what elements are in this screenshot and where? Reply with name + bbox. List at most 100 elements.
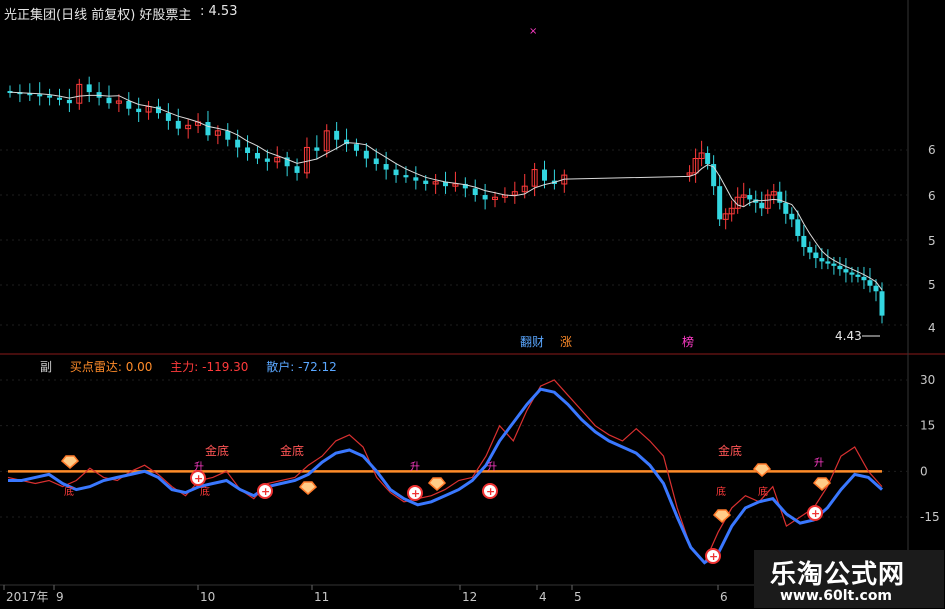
candle-body [807,247,813,253]
candle-body [867,280,873,286]
candle-body [363,150,369,159]
candle-body [106,97,112,104]
candle-body [264,158,270,162]
candle-body [783,202,789,214]
main-annotation: 翻财 [520,335,544,349]
candle-body [86,84,92,93]
candle-body [482,195,488,200]
indicator-annotation: 底 [716,485,726,498]
diamond-icon [298,481,318,495]
candle-body [225,130,231,140]
candle-body [314,147,320,151]
candle-body [873,285,879,292]
watermark-title: 乐淘公式网 [770,560,906,590]
candle-body [705,152,711,165]
candle-body [801,235,807,248]
date-label: 2017年 [6,590,49,604]
date-label: 12 [462,590,477,604]
indicator-annotation: 升 [410,461,420,473]
candle-body [843,269,849,273]
candle-body [717,186,723,220]
sub-y-tick: 30 [920,373,935,387]
date-label: 4 [539,590,547,604]
main-y-tick: 5 [928,234,936,248]
candle-body [795,219,801,236]
main-annotation: 榜 [682,334,694,349]
main-annotation: 涨 [560,334,572,349]
date-axis: 2017年 9 10 11 12 4 5 6 [3,585,728,604]
sub-y-tick: -15 [920,510,940,524]
candlestick-series: 4.43 × [7,26,885,343]
candle-body [165,113,171,121]
date-label: 9 [56,590,64,604]
indicator-annotation: 升 [487,461,497,473]
main-force-label: 主力: -119.30 [170,360,249,374]
candle-body [175,120,181,129]
candle-body [747,195,753,200]
candle-body [205,122,211,136]
buy-plus-icon: + [811,507,820,520]
main-y-tick: 6 [928,189,936,203]
candle-body [825,261,831,264]
indicator-annotation: 金底 [718,443,742,458]
candle-body [96,92,102,98]
sub-y-tick: 15 [920,419,935,433]
candle-body [831,263,837,266]
indicator-annotation: 升 [814,457,824,469]
main-y-tick: 5 [928,278,936,292]
candle-body [136,108,142,113]
main-y-axis: 6 6 5 5 4 [928,143,936,335]
candle-body [294,166,300,173]
watermark-url: www.60lt.com [780,588,893,604]
candle-body [235,139,241,148]
buy-plus-icon: + [486,485,495,498]
candle-body [413,177,419,181]
candle-body [542,169,548,181]
sub-y-axis: 30 15 0 -15 [0,373,940,524]
buy-plus-icon: + [261,485,270,498]
candle-body [353,144,359,151]
date-label: 6 [720,590,728,604]
candle-body [759,202,765,209]
indicator-annotation: 底 [200,485,210,498]
candle-body [837,265,843,270]
date-label: 10 [200,590,215,604]
candle-body [403,175,409,178]
indicator-annotation: 底 [758,485,768,498]
retail-line [8,387,883,565]
main-annotations: 翻财 涨 榜 [520,334,694,349]
candle-body [879,291,885,316]
indicator-annotation: 金底 [205,443,229,458]
diamond-icon [712,509,732,523]
indicator-annotation: 底 [64,485,74,498]
candle-body [66,99,72,104]
buy-plus-icon: + [411,487,420,500]
last-price-label: 4.43 [835,329,862,343]
sub-panel-tag: 副 [40,360,53,374]
candle-body [56,97,62,100]
main-y-tick: 6 [928,143,936,157]
date-label: 11 [314,590,329,604]
candle-body [37,94,43,97]
price-value: 4.53 [208,4,238,19]
candle-body [813,252,819,259]
candle-body [789,213,795,220]
indicator-annotation: 升 [194,461,204,473]
diamond-icon [60,455,80,469]
chart-canvas: 4.43× 66554 30150-15 ++ + +++金底 金底 金底底底底底升升升… [0,0,945,604]
candle-body [393,169,399,176]
candle-body [383,164,389,170]
sub-y-tick: 0 [920,464,928,478]
radar-label: 买点雷达: 0.00 [69,360,153,374]
candle-body [819,258,825,262]
marker-cross: × [529,26,537,37]
main-y-tick: 4 [928,321,936,335]
diamond-icon [427,477,447,491]
indicator-header: 副 买点雷达: 0.00 主力: -119.30 散户: -72.12 [40,358,351,375]
candle-body [472,188,478,196]
diamond-icon [812,477,832,491]
price-readout: : 4.53 [200,4,238,19]
watermark: 乐淘公式网 www.60lt.com [754,550,944,608]
candle-body [245,147,251,153]
grid [0,0,945,586]
